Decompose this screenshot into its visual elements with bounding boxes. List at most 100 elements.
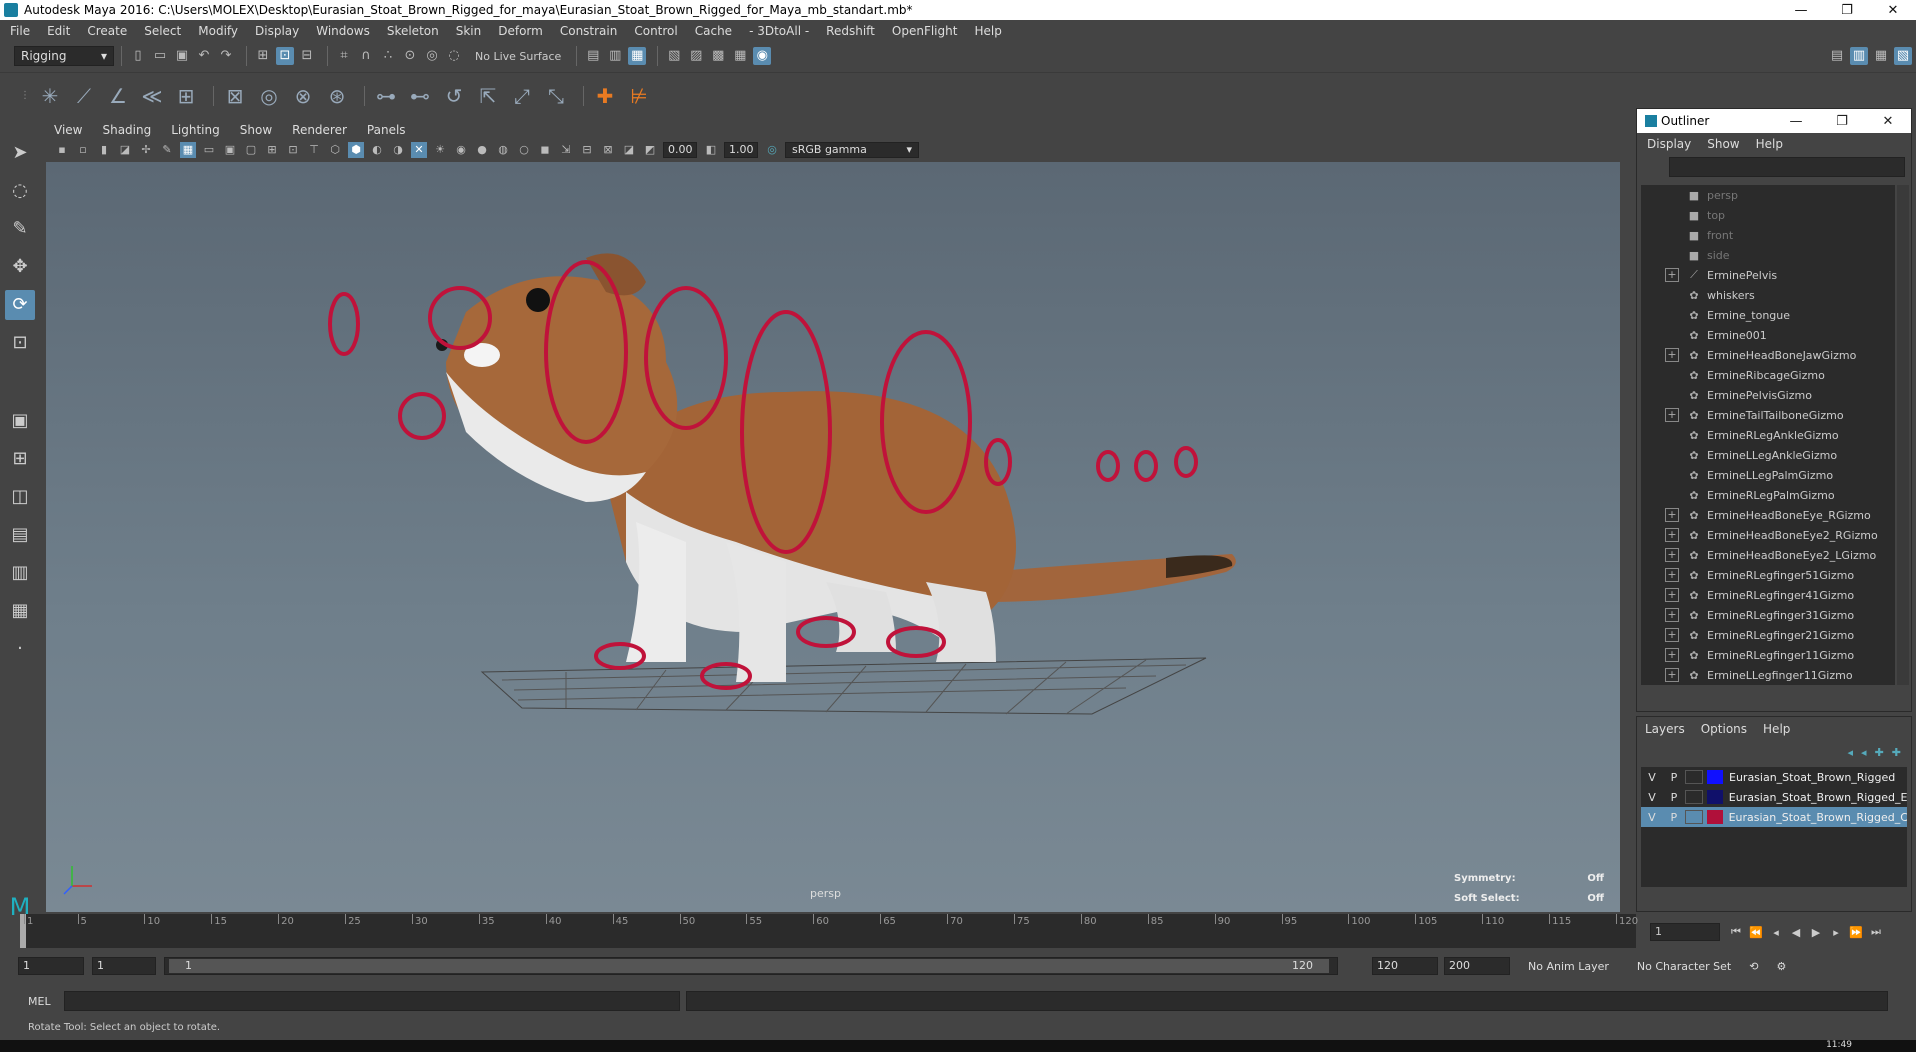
expand-icon[interactable]: + xyxy=(1665,528,1679,542)
constrain-parent-icon[interactable]: ⊶ xyxy=(372,82,400,110)
menuset-dropdown[interactable]: Rigging ▾ xyxy=(14,46,114,66)
select-tool-icon[interactable]: ➤ xyxy=(5,138,35,168)
expand-icon[interactable]: + xyxy=(1665,508,1679,522)
bookmark-icon[interactable]: ▮ xyxy=(96,142,112,158)
menu-deform[interactable]: Deform xyxy=(498,24,543,38)
layer-playback-toggle[interactable]: P xyxy=(1663,811,1685,824)
menu-help[interactable]: Help xyxy=(974,24,1001,38)
current-frame-input[interactable]: 1 xyxy=(1650,923,1720,941)
playback-end-input[interactable]: 120 xyxy=(1372,957,1438,975)
open-scene-icon[interactable]: ▭ xyxy=(151,47,169,65)
layer-menu-options[interactable]: Options xyxy=(1701,722,1747,736)
outliner-close-button[interactable]: ✕ xyxy=(1865,114,1911,129)
modeling-toolkit-icon[interactable]: ▤ xyxy=(1828,47,1846,65)
lattice-icon[interactable]: ⊠ xyxy=(221,82,249,110)
single-pane-layout-icon[interactable]: ▣ xyxy=(5,406,35,436)
menu-file[interactable]: File xyxy=(10,24,30,38)
snap-curve-icon[interactable]: ∩ xyxy=(357,47,375,65)
bind-skin-icon[interactable]: ⊞ xyxy=(172,82,200,110)
resolution-gate-icon[interactable]: ▣ xyxy=(222,142,238,158)
select-component-icon[interactable]: ⊟ xyxy=(298,47,316,65)
outliner-search-input[interactable] xyxy=(1669,157,1905,177)
expand-icon[interactable]: + xyxy=(1665,348,1679,362)
hypershade-icon[interactable]: ◉ xyxy=(753,47,772,65)
render-frame-icon[interactable]: ▨ xyxy=(687,47,705,65)
new-scene-icon[interactable]: ▯ xyxy=(129,47,147,65)
expand-icon[interactable]: + xyxy=(1665,268,1679,282)
layer-color-swatch[interactable] xyxy=(1706,810,1723,824)
menu-edit[interactable]: Edit xyxy=(47,24,70,38)
viewport-menu-view[interactable]: View xyxy=(54,123,82,137)
insert-joint-icon[interactable]: ⟋ xyxy=(70,82,98,110)
layer-display-type-toggle[interactable] xyxy=(1684,810,1703,824)
anim-layer-dropdown[interactable]: No Anim Layer xyxy=(1528,960,1609,973)
animation-start-input[interactable]: 1 xyxy=(18,957,84,975)
auto-key-icon[interactable]: ⟲ xyxy=(1749,960,1758,973)
outliner-menu-show[interactable]: Show xyxy=(1707,137,1739,151)
outliner-item[interactable]: ✿ ErmineRLegPalmGizmo xyxy=(1641,485,1895,505)
constrain-pole-icon[interactable]: ⤡ xyxy=(542,82,570,110)
viewport-menu-show[interactable]: Show xyxy=(240,123,272,137)
expand-icon[interactable]: + xyxy=(1665,648,1679,662)
outliner-scrollbar[interactable] xyxy=(1897,185,1909,685)
expand-icon[interactable]: + xyxy=(1665,608,1679,622)
preferences-icon[interactable]: ⚙ xyxy=(1776,960,1786,973)
wireframe-on-shaded-icon[interactable]: ◐ xyxy=(369,142,385,158)
undo-icon[interactable]: ↶ xyxy=(195,47,213,65)
wireframe-icon[interactable]: ⬡ xyxy=(327,142,343,158)
color-management-icon[interactable]: ◎ xyxy=(764,142,780,158)
outliner-item[interactable]: ✿ ErmineRibcageGizmo xyxy=(1641,365,1895,385)
play-backward-icon[interactable]: ◀ xyxy=(1786,926,1806,939)
viewport-menu-panels[interactable]: Panels xyxy=(367,123,406,137)
menu-skeleton[interactable]: Skeleton xyxy=(387,24,439,38)
attribute-editor-icon[interactable]: ▥ xyxy=(1850,47,1868,65)
outliner-item[interactable]: + ⟋ ErminePelvis xyxy=(1641,265,1895,285)
menu-constrain[interactable]: Constrain xyxy=(560,24,618,38)
outliner-item[interactable]: + ✿ ErmineHeadBoneEye2_RGizmo xyxy=(1641,525,1895,545)
grid-icon[interactable]: ▦ xyxy=(180,142,196,158)
outliner-item[interactable]: ✿ whiskers xyxy=(1641,285,1895,305)
outliner-minimize-button[interactable]: — xyxy=(1773,114,1819,129)
xray-joints-icon[interactable]: ✕ xyxy=(411,142,427,158)
more-layouts-icon[interactable]: · xyxy=(5,634,35,664)
viewport-menu-lighting[interactable]: Lighting xyxy=(171,123,220,137)
menu-create[interactable]: Create xyxy=(87,24,127,38)
outliner-item[interactable]: ■ persp xyxy=(1641,185,1895,205)
xray-components-icon[interactable]: ◪ xyxy=(621,142,637,158)
shelf-handle-icon[interactable]: ⋮ xyxy=(20,82,30,110)
outliner-item[interactable]: + ✿ ErmineRLegfinger11Gizmo xyxy=(1641,645,1895,665)
outliner-maximize-button[interactable]: ❐ xyxy=(1819,114,1865,129)
expand-icon[interactable]: + xyxy=(1665,548,1679,562)
ipr-render-icon[interactable]: ▩ xyxy=(709,47,727,65)
wrap-icon[interactable]: ⊗ xyxy=(289,82,317,110)
safe-action-icon[interactable]: ⊡ xyxy=(285,142,301,158)
redo-icon[interactable]: ↷ xyxy=(217,47,235,65)
render-settings-icon[interactable]: ▦ xyxy=(731,47,749,65)
playhead[interactable] xyxy=(20,914,26,948)
go-to-start-icon[interactable]: ⏮ xyxy=(1726,925,1746,939)
set-driven-key-icon[interactable]: ⊭ xyxy=(625,82,653,110)
layer-playback-toggle[interactable]: P xyxy=(1663,791,1685,804)
step-back-key-icon[interactable]: ⏪ xyxy=(1746,926,1766,939)
menu-windows[interactable]: Windows xyxy=(316,24,370,38)
ik-spline-icon[interactable]: ≪ xyxy=(138,82,166,110)
outliner-item[interactable]: ■ top xyxy=(1641,205,1895,225)
expand-icon[interactable]: + xyxy=(1665,408,1679,422)
graph-layout-icon[interactable]: ▥ xyxy=(5,558,35,588)
layer-menu-help[interactable]: Help xyxy=(1763,722,1790,736)
range-slider-thumb[interactable]: 1 120 xyxy=(169,959,1329,973)
outliner-item[interactable]: ✿ ErmineRLegAnkleGizmo xyxy=(1641,425,1895,445)
input-output-icon[interactable]: ▤ xyxy=(584,47,602,65)
joint-tool-icon[interactable]: ✳ xyxy=(36,82,64,110)
outliner-item[interactable]: + ✿ ErmineHeadBoneJawGizmo xyxy=(1641,345,1895,365)
animation-end-input[interactable]: 200 xyxy=(1444,957,1510,975)
constrain-scale-icon[interactable]: ⇱ xyxy=(474,82,502,110)
lasso-tool-icon[interactable]: ◌ xyxy=(5,176,35,206)
cluster-icon[interactable]: ◎ xyxy=(255,82,283,110)
film-gate-icon[interactable]: ▭ xyxy=(201,142,217,158)
select-hierarchy-icon[interactable]: ⊞ xyxy=(254,47,272,65)
outliner-item[interactable]: ■ side xyxy=(1641,245,1895,265)
outliner-item[interactable]: + ✿ ErmineHeadBoneEye2_LGizmo xyxy=(1641,545,1895,565)
menu-cache[interactable]: Cache xyxy=(695,24,732,38)
viewport-3d[interactable]: persp Symmetry: Off Soft Select: Off xyxy=(46,162,1620,912)
